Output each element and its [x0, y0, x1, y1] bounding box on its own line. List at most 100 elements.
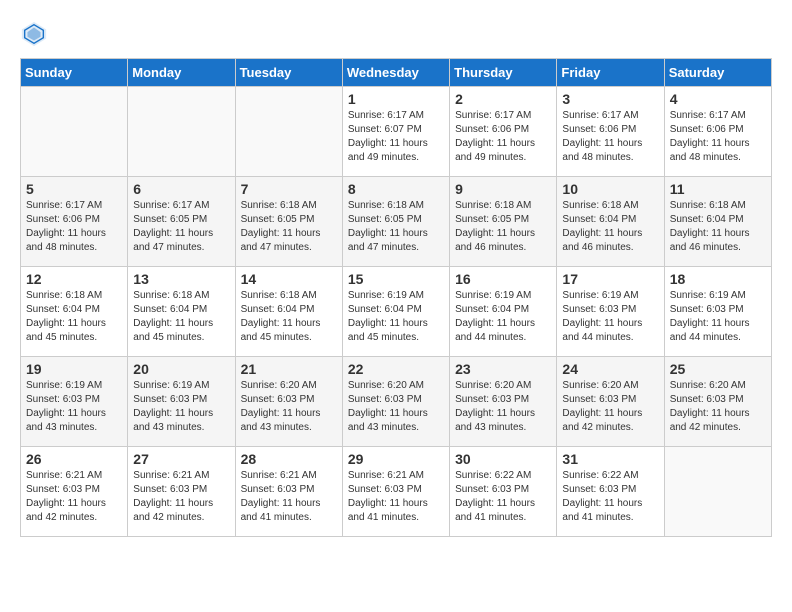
- day-info: Sunrise: 6:20 AM Sunset: 6:03 PM Dayligh…: [562, 379, 658, 435]
- day-info: Sunrise: 6:17 AM Sunset: 6:05 PM Dayligh…: [133, 199, 229, 255]
- calendar-cell: 10 Sunrise: 6:18 AM Sunset: 6:04 PM Dayli…: [557, 177, 664, 267]
- day-info: Sunrise: 6:18 AM Sunset: 6:04 PM Dayligh…: [133, 289, 229, 345]
- calendar-cell: 11 Sunrise: 6:18 AM Sunset: 6:04 PM Dayli…: [664, 177, 771, 267]
- day-number: 18: [670, 271, 766, 287]
- day-info: Sunrise: 6:18 AM Sunset: 6:04 PM Dayligh…: [26, 289, 122, 345]
- day-info: Sunrise: 6:17 AM Sunset: 6:07 PM Dayligh…: [348, 109, 444, 165]
- logo: [20, 20, 52, 48]
- calendar-cell: [235, 87, 342, 177]
- day-info: Sunrise: 6:17 AM Sunset: 6:06 PM Dayligh…: [670, 109, 766, 165]
- day-number: 16: [455, 271, 551, 287]
- calendar-cell: 7Sunrise: 6:18 AM Sunset: 6:05 PM Daylig…: [235, 177, 342, 267]
- day-number: 25: [670, 361, 766, 377]
- calendar-cell: 16 Sunrise: 6:19 AM Sunset: 6:04 PM Dayli…: [450, 267, 557, 357]
- day-number: 30: [455, 451, 551, 467]
- page-header: [20, 20, 772, 48]
- calendar-cell: 17 Sunrise: 6:19 AM Sunset: 6:03 PM Dayli…: [557, 267, 664, 357]
- week-row-1: 1 Sunrise: 6:17 AM Sunset: 6:07 PM Daylig…: [21, 87, 772, 177]
- calendar-cell: 1 Sunrise: 6:17 AM Sunset: 6:07 PM Daylig…: [342, 87, 449, 177]
- calendar-cell: 15Sunrise: 6:19 AM Sunset: 6:04 PM Dayli…: [342, 267, 449, 357]
- calendar-cell: 29Sunrise: 6:21 AM Sunset: 6:03 PM Dayli…: [342, 447, 449, 537]
- calendar-cell: 13 Sunrise: 6:18 AM Sunset: 6:04 PM Dayli…: [128, 267, 235, 357]
- day-number: 24: [562, 361, 658, 377]
- header-wednesday: Wednesday: [342, 59, 449, 87]
- day-number: 14: [241, 271, 337, 287]
- calendar-table: SundayMondayTuesdayWednesdayThursdayFrid…: [20, 58, 772, 537]
- day-number: 26: [26, 451, 122, 467]
- calendar-cell: [21, 87, 128, 177]
- day-info: Sunrise: 6:21 AM Sunset: 6:03 PM Dayligh…: [241, 469, 337, 525]
- week-row-3: 12 Sunrise: 6:18 AM Sunset: 6:04 PM Dayli…: [21, 267, 772, 357]
- calendar-cell: 30 Sunrise: 6:22 AM Sunset: 6:03 PM Dayli…: [450, 447, 557, 537]
- calendar-cell: 20 Sunrise: 6:19 AM Sunset: 6:03 PM Dayli…: [128, 357, 235, 447]
- day-info: Sunrise: 6:18 AM Sunset: 6:04 PM Dayligh…: [670, 199, 766, 255]
- day-number: 23: [455, 361, 551, 377]
- day-number: 1: [348, 91, 444, 107]
- header-thursday: Thursday: [450, 59, 557, 87]
- header-row: SundayMondayTuesdayWednesdayThursdayFrid…: [21, 59, 772, 87]
- week-row-2: 5 Sunrise: 6:17 AM Sunset: 6:06 PM Daylig…: [21, 177, 772, 267]
- calendar-cell: 5 Sunrise: 6:17 AM Sunset: 6:06 PM Daylig…: [21, 177, 128, 267]
- day-info: Sunrise: 6:20 AM Sunset: 6:03 PM Dayligh…: [241, 379, 337, 435]
- calendar-cell: 26 Sunrise: 6:21 AM Sunset: 6:03 PM Dayli…: [21, 447, 128, 537]
- day-info: Sunrise: 6:22 AM Sunset: 6:03 PM Dayligh…: [455, 469, 551, 525]
- day-number: 5: [26, 181, 122, 197]
- day-number: 3: [562, 91, 658, 107]
- day-info: Sunrise: 6:19 AM Sunset: 6:03 PM Dayligh…: [133, 379, 229, 435]
- day-info: Sunrise: 6:18 AM Sunset: 6:05 PM Dayligh…: [241, 199, 337, 255]
- day-info: Sunrise: 6:21 AM Sunset: 6:03 PM Dayligh…: [26, 469, 122, 525]
- day-number: 8: [348, 181, 444, 197]
- calendar-cell: 28 Sunrise: 6:21 AM Sunset: 6:03 PM Dayli…: [235, 447, 342, 537]
- header-monday: Monday: [128, 59, 235, 87]
- calendar-cell: 22Sunrise: 6:20 AM Sunset: 6:03 PM Dayli…: [342, 357, 449, 447]
- day-number: 2: [455, 91, 551, 107]
- calendar-cell: 18 Sunrise: 6:19 AM Sunset: 6:03 PM Dayli…: [664, 267, 771, 357]
- day-info: Sunrise: 6:20 AM Sunset: 6:03 PM Dayligh…: [348, 379, 444, 435]
- calendar-cell: 27 Sunrise: 6:21 AM Sunset: 6:03 PM Dayli…: [128, 447, 235, 537]
- day-info: Sunrise: 6:17 AM Sunset: 6:06 PM Dayligh…: [26, 199, 122, 255]
- day-number: 31: [562, 451, 658, 467]
- calendar-cell: 12 Sunrise: 6:18 AM Sunset: 6:04 PM Dayli…: [21, 267, 128, 357]
- calendar-cell: 6 Sunrise: 6:17 AM Sunset: 6:05 PM Daylig…: [128, 177, 235, 267]
- day-info: Sunrise: 6:18 AM Sunset: 6:04 PM Dayligh…: [241, 289, 337, 345]
- header-sunday: Sunday: [21, 59, 128, 87]
- calendar-cell: 2Sunrise: 6:17 AM Sunset: 6:06 PM Daylig…: [450, 87, 557, 177]
- calendar-cell: 8 Sunrise: 6:18 AM Sunset: 6:05 PM Daylig…: [342, 177, 449, 267]
- header-friday: Friday: [557, 59, 664, 87]
- day-info: Sunrise: 6:19 AM Sunset: 6:03 PM Dayligh…: [26, 379, 122, 435]
- day-info: Sunrise: 6:17 AM Sunset: 6:06 PM Dayligh…: [562, 109, 658, 165]
- calendar-cell: 23Sunrise: 6:20 AM Sunset: 6:03 PM Dayli…: [450, 357, 557, 447]
- calendar-cell: 31Sunrise: 6:22 AM Sunset: 6:03 PM Dayli…: [557, 447, 664, 537]
- day-info: Sunrise: 6:19 AM Sunset: 6:03 PM Dayligh…: [670, 289, 766, 345]
- day-info: Sunrise: 6:18 AM Sunset: 6:05 PM Dayligh…: [455, 199, 551, 255]
- day-info: Sunrise: 6:18 AM Sunset: 6:05 PM Dayligh…: [348, 199, 444, 255]
- day-number: 29: [348, 451, 444, 467]
- day-number: 9: [455, 181, 551, 197]
- day-number: 10: [562, 181, 658, 197]
- calendar-cell: 9 Sunrise: 6:18 AM Sunset: 6:05 PM Daylig…: [450, 177, 557, 267]
- calendar-cell: 25Sunrise: 6:20 AM Sunset: 6:03 PM Dayli…: [664, 357, 771, 447]
- day-number: 4: [670, 91, 766, 107]
- day-info: Sunrise: 6:18 AM Sunset: 6:04 PM Dayligh…: [562, 199, 658, 255]
- day-info: Sunrise: 6:19 AM Sunset: 6:03 PM Dayligh…: [562, 289, 658, 345]
- header-saturday: Saturday: [664, 59, 771, 87]
- day-number: 27: [133, 451, 229, 467]
- day-info: Sunrise: 6:19 AM Sunset: 6:04 PM Dayligh…: [455, 289, 551, 345]
- calendar-cell: 4 Sunrise: 6:17 AM Sunset: 6:06 PM Daylig…: [664, 87, 771, 177]
- week-row-5: 26 Sunrise: 6:21 AM Sunset: 6:03 PM Dayli…: [21, 447, 772, 537]
- day-number: 12: [26, 271, 122, 287]
- calendar-cell: 14 Sunrise: 6:18 AM Sunset: 6:04 PM Dayli…: [235, 267, 342, 357]
- logo-icon: [20, 20, 48, 48]
- header-tuesday: Tuesday: [235, 59, 342, 87]
- day-number: 11: [670, 181, 766, 197]
- week-row-4: 19Sunrise: 6:19 AM Sunset: 6:03 PM Dayli…: [21, 357, 772, 447]
- calendar-cell: [664, 447, 771, 537]
- day-number: 17: [562, 271, 658, 287]
- day-info: Sunrise: 6:21 AM Sunset: 6:03 PM Dayligh…: [133, 469, 229, 525]
- day-number: 6: [133, 181, 229, 197]
- day-number: 13: [133, 271, 229, 287]
- calendar-cell: [128, 87, 235, 177]
- day-info: Sunrise: 6:19 AM Sunset: 6:04 PM Dayligh…: [348, 289, 444, 345]
- day-number: 20: [133, 361, 229, 377]
- day-number: 28: [241, 451, 337, 467]
